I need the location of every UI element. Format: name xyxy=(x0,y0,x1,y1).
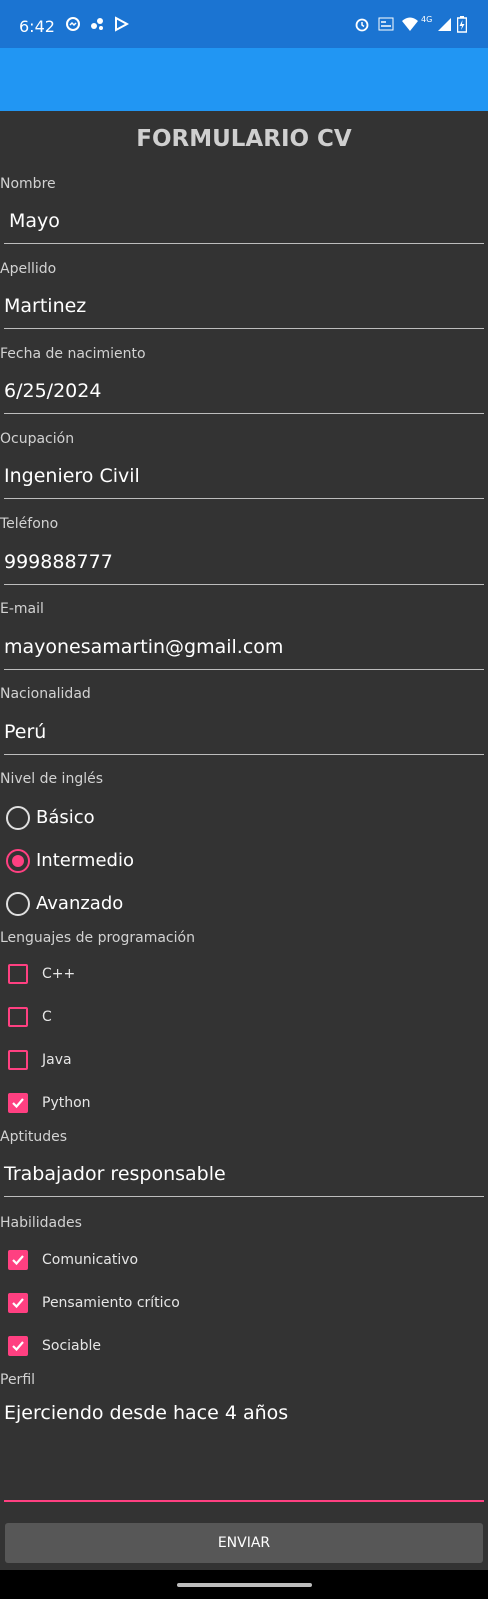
perfil-value: Ejerciendo desde hace 4 años xyxy=(4,1402,289,1424)
checkbox-sociable[interactable]: Sociable xyxy=(8,1335,308,1359)
apellido-input[interactable]: Martinez xyxy=(4,289,484,329)
nacionalidad-input[interactable]: Perú xyxy=(4,715,484,755)
status-time: 6:42 xyxy=(19,17,55,36)
checkbox-c[interactable]: C xyxy=(8,1006,308,1030)
habilidades-label: Habilidades xyxy=(0,1215,82,1231)
aptitudes-label: Aptitudes xyxy=(0,1129,67,1145)
apellido-underline xyxy=(4,328,484,329)
nombre-label: Nombre xyxy=(0,176,56,192)
telefono-label: Teléfono xyxy=(0,516,59,532)
radio-avanzado[interactable]: Avanzado xyxy=(6,890,306,920)
checkmark-icon xyxy=(12,1298,24,1309)
perfil-textarea[interactable]: Ejerciendo desde hace 4 años xyxy=(4,1402,484,1502)
checkbox-pensamiento[interactable]: Pensamiento crítico xyxy=(8,1292,308,1316)
page-title: FORMULARIO CV xyxy=(136,126,352,152)
messenger-icon xyxy=(66,17,80,31)
checkbox-box-checked xyxy=(8,1293,28,1313)
radio-circle xyxy=(6,892,30,916)
network-label: 4G xyxy=(421,15,433,24)
nombre-value: Mayo xyxy=(9,210,60,232)
perfil-underline-focused xyxy=(4,1500,484,1502)
telefono-input[interactable]: 999888777 xyxy=(4,545,484,585)
checkbox-pensamiento-label: Pensamiento crítico xyxy=(42,1295,180,1311)
nombre-input[interactable]: Mayo xyxy=(4,204,484,244)
checkbox-cpp-label: C++ xyxy=(42,966,76,982)
lenguajes-label: Lenguajes de programación xyxy=(0,930,195,946)
aptitudes-underline xyxy=(4,1196,484,1197)
home-gesture-handle[interactable] xyxy=(177,1583,312,1587)
perfil-label: Perfil xyxy=(0,1372,36,1388)
app-bar xyxy=(0,48,488,111)
checkbox-box-checked xyxy=(8,1336,28,1356)
navigation-bar xyxy=(0,1570,488,1599)
checkbox-python-label: Python xyxy=(42,1095,91,1111)
nacionalidad-value: Perú xyxy=(4,721,47,743)
enviar-button[interactable]: ENVIAR xyxy=(5,1523,483,1563)
aptitudes-input[interactable]: Trabajador responsable xyxy=(4,1157,484,1197)
aptitudes-value: Trabajador responsable xyxy=(4,1163,226,1185)
apellido-label: Apellido xyxy=(0,261,57,277)
checkmark-icon xyxy=(12,1341,24,1352)
alarm-icon xyxy=(355,18,369,32)
volte-icon xyxy=(378,17,394,31)
checkbox-box-checked xyxy=(8,1093,28,1113)
nacionalidad-label: Nacionalidad xyxy=(0,686,91,702)
checkbox-box xyxy=(8,1050,28,1070)
status-bar: 6:42 4G xyxy=(0,0,488,48)
wifi-icon xyxy=(402,17,418,31)
radio-basico[interactable]: Básico xyxy=(6,804,306,834)
telefono-underline xyxy=(4,584,484,585)
connection-icon xyxy=(91,18,103,30)
checkbox-comunicativo[interactable]: Comunicativo xyxy=(8,1249,308,1273)
radio-avanzado-label: Avanzado xyxy=(36,893,124,914)
ocupacion-value: Ingeniero Civil xyxy=(4,465,140,487)
fecha-underline xyxy=(4,413,484,414)
checkbox-sociable-label: Sociable xyxy=(42,1338,102,1354)
checkbox-python[interactable]: Python xyxy=(8,1092,308,1116)
checkbox-box-checked xyxy=(8,1250,28,1270)
checkbox-java-label: Java xyxy=(42,1052,72,1068)
ocupacion-label: Ocupación xyxy=(0,431,75,447)
fecha-input[interactable]: 6/25/2024 xyxy=(4,374,484,414)
fecha-label: Fecha de nacimiento xyxy=(0,346,146,362)
nacionalidad-underline xyxy=(4,754,484,755)
radio-circle-selected xyxy=(6,849,30,873)
apellido-value: Martinez xyxy=(4,295,87,317)
ingles-label: Nivel de inglés xyxy=(0,771,103,787)
radio-circle xyxy=(6,806,30,830)
checkbox-java[interactable]: Java xyxy=(8,1049,308,1073)
checkbox-comunicativo-label: Comunicativo xyxy=(42,1252,139,1268)
telefono-value: 999888777 xyxy=(4,551,113,573)
signal-icon xyxy=(438,18,451,31)
fecha-value: 6/25/2024 xyxy=(4,380,102,402)
checkbox-c-label: C xyxy=(42,1009,52,1025)
email-value: mayonesamartin@gmail.com xyxy=(4,636,284,658)
radio-intermedio-label: Intermedio xyxy=(36,850,134,871)
battery-icon xyxy=(457,16,467,33)
checkmark-icon xyxy=(12,1098,24,1109)
radio-intermedio[interactable]: Intermedio xyxy=(6,847,306,877)
checkbox-box xyxy=(8,964,28,984)
email-input[interactable]: mayonesamartin@gmail.com xyxy=(4,630,484,670)
checkbox-cpp[interactable]: C++ xyxy=(8,963,308,987)
checkbox-box xyxy=(8,1007,28,1027)
checkmark-icon xyxy=(12,1255,24,1266)
ocupacion-input[interactable]: Ingeniero Civil xyxy=(4,459,484,499)
ocupacion-underline xyxy=(4,498,484,499)
play-store-icon xyxy=(115,16,129,32)
email-label: E-mail xyxy=(0,601,44,617)
email-underline xyxy=(4,669,484,670)
radio-basico-label: Básico xyxy=(36,807,95,828)
nombre-underline xyxy=(4,243,484,244)
